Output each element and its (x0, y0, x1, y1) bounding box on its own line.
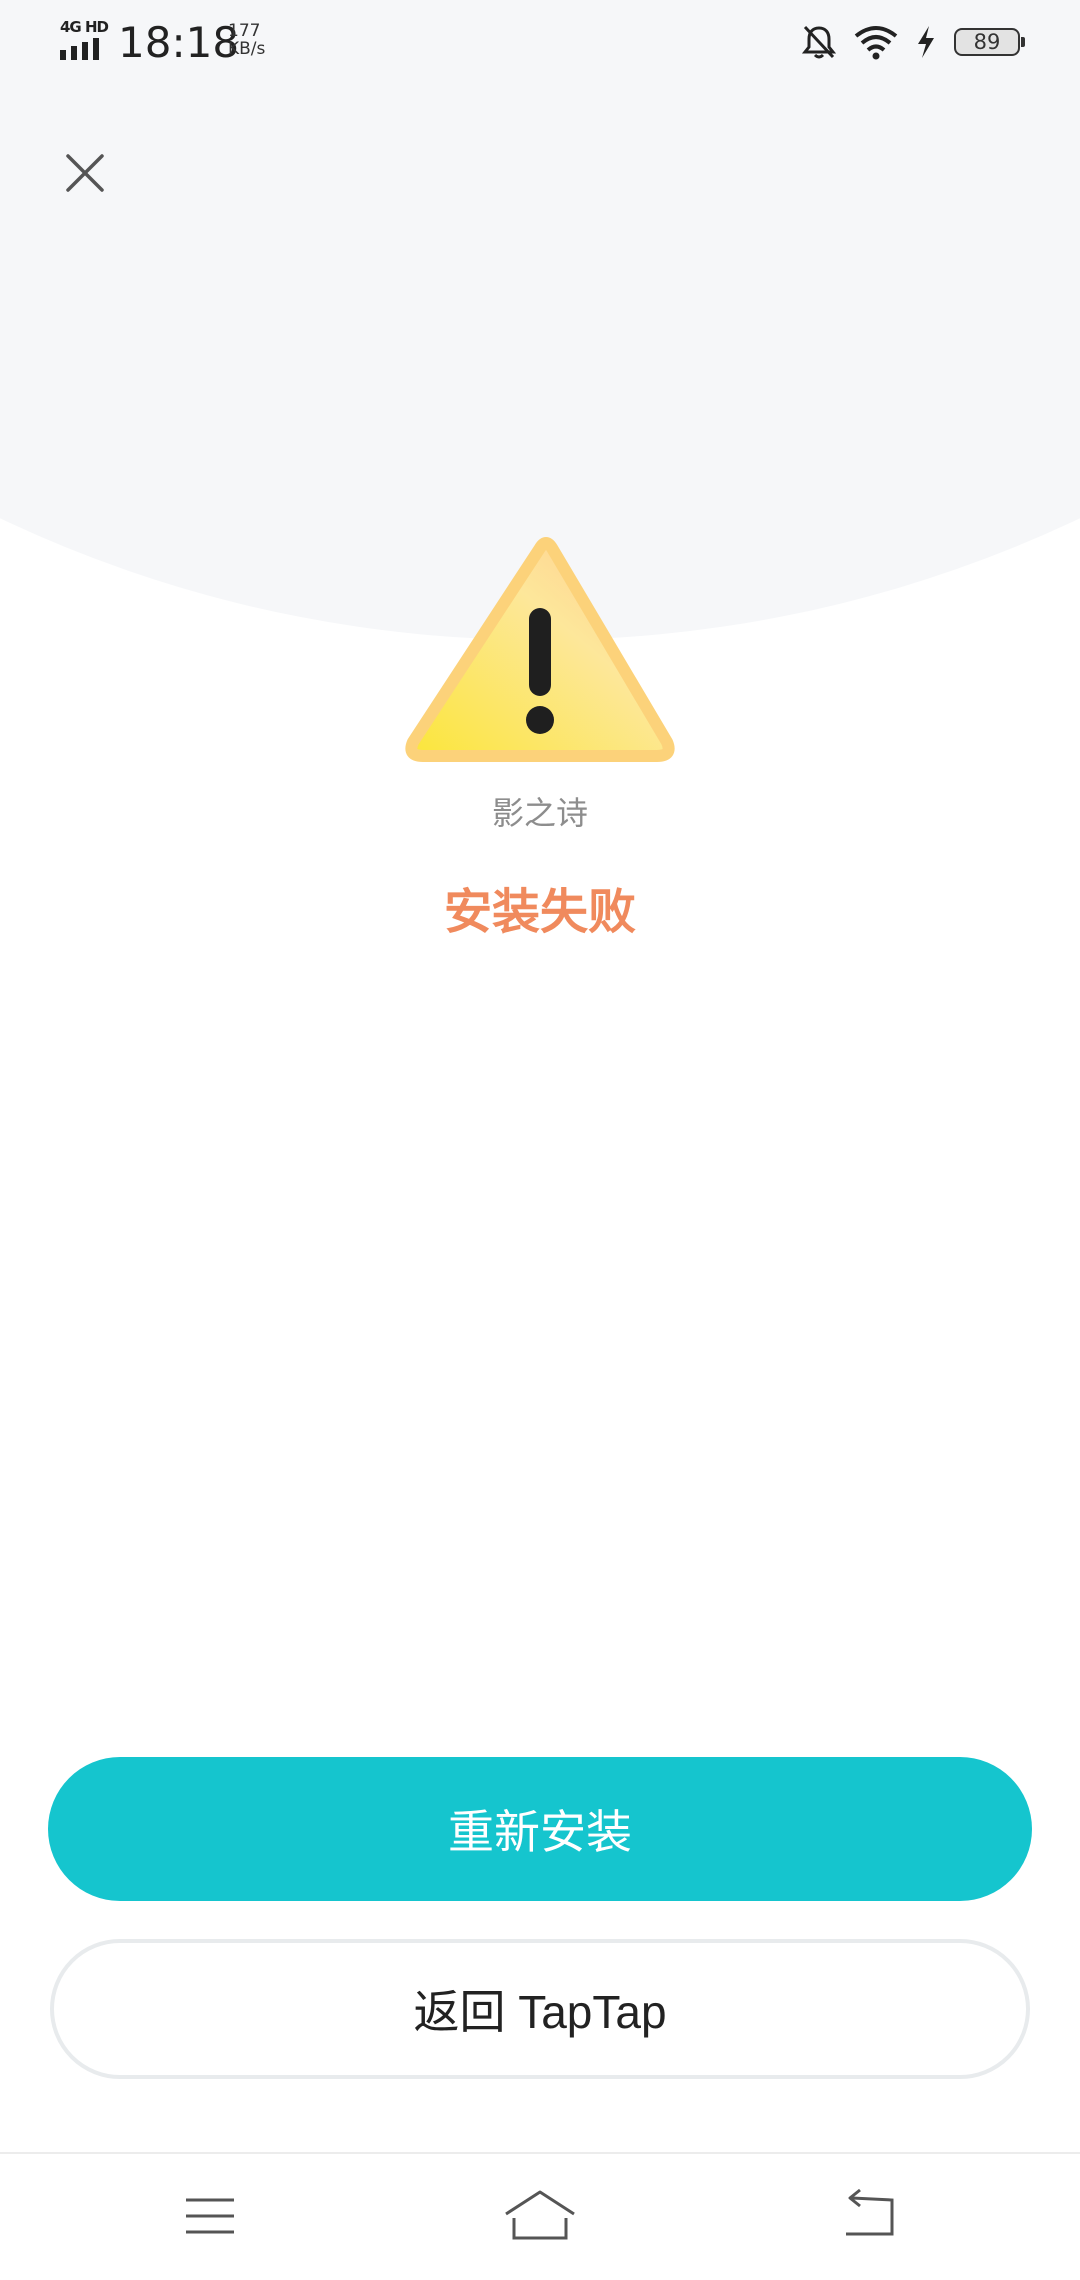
reinstall-button[interactable]: 重新安装 (48, 1757, 1032, 1901)
speed-unit: KB/s (228, 39, 266, 59)
network-speed: 177 KB/s (228, 22, 278, 58)
speed-value: 177 (228, 21, 261, 41)
clock: 18:18 (118, 18, 240, 67)
warning-icon (405, 537, 675, 762)
install-status: 安装失败 (443, 884, 636, 940)
back-to-taptap-button[interactable]: 返回 TapTap (50, 1939, 1030, 2079)
battery-level: 89 (973, 29, 1001, 54)
close-icon[interactable] (56, 144, 116, 204)
mute-bell-icon (802, 25, 836, 59)
status-icons: 89 (802, 22, 1025, 62)
app-name: 影之诗 (491, 794, 588, 832)
back-icon[interactable] (830, 2184, 910, 2248)
home-icon[interactable] (500, 2184, 580, 2248)
screen: 4G HD 18:18 177 KB/s 89 影之诗 安装失败 重新安装 返回… (0, 0, 1080, 2280)
status-bar: 4G HD 18:18 177 KB/s 89 (0, 0, 1080, 86)
network-type: 4G HD (60, 18, 109, 36)
wifi-icon (854, 26, 898, 60)
menu-icon[interactable] (170, 2184, 250, 2248)
battery-icon: 89 (954, 28, 1025, 56)
navigation-bar (0, 2152, 1080, 2280)
charging-bolt-icon (918, 26, 934, 58)
